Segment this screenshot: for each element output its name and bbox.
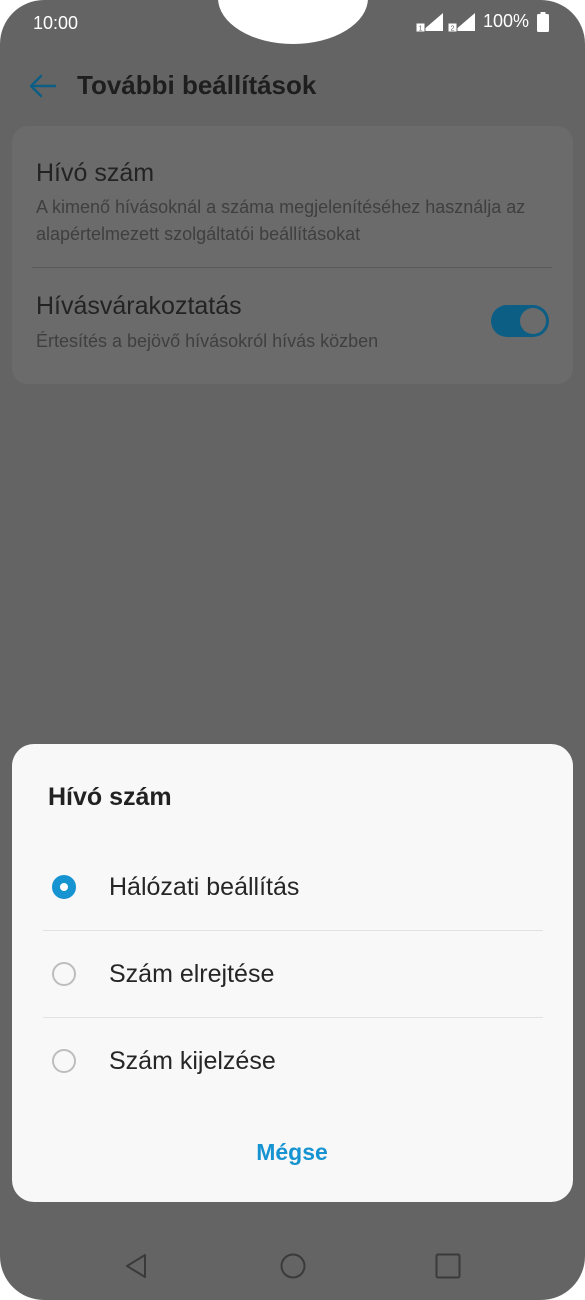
sim2-signal-icon: 2 [447, 12, 476, 32]
svg-text:2: 2 [450, 25, 454, 32]
call-waiting-toggle[interactable] [491, 305, 549, 337]
settings-card: Hívó szám A kimenő hívásoknál a száma me… [12, 126, 573, 384]
radio-unchecked-icon[interactable] [52, 1049, 76, 1073]
divider [43, 930, 543, 931]
option-label: Szám kijelzése [109, 1047, 276, 1075]
option-hide-number[interactable]: Szám elrejtése [12, 932, 573, 1018]
arrow-left-icon[interactable] [28, 71, 58, 101]
svg-text:1: 1 [418, 25, 422, 32]
dialog-title: Hívó szám [48, 783, 172, 811]
setting-subtitle: Értesítés a bejövő hívásokról hívás közb… [36, 331, 379, 351]
cancel-button[interactable]: Mégse [232, 1139, 352, 1179]
recents-square-icon[interactable] [433, 1251, 463, 1281]
setting-title: Hívó szám [36, 159, 155, 187]
divider [43, 1017, 543, 1018]
option-label: Szám elrejtése [109, 960, 275, 988]
navigation-bar [0, 1235, 585, 1295]
setting-subtitle: A kimenő hívásoknál a száma megjelenítés… [36, 197, 526, 244]
setting-title: Hívásvárakoztatás [36, 292, 242, 320]
app-bar: További beállítások [0, 56, 585, 116]
sim1-signal-icon: 1 [415, 12, 444, 32]
display-notch [218, 0, 368, 44]
back-triangle-icon[interactable] [122, 1251, 152, 1281]
radio-checked-icon[interactable] [52, 875, 76, 899]
status-bar: 10:00 1 2 100% [0, 0, 585, 46]
caller-id-dialog: Hívó szám Hálózati beállítás Szám elrejt… [12, 744, 573, 1202]
radio-unchecked-icon[interactable] [52, 962, 76, 986]
setting-caller-id[interactable]: Hívó szám A kimenő hívásoknál a száma me… [12, 126, 573, 266]
setting-call-waiting[interactable]: Hívásvárakoztatás Értesítés a bejövő hív… [12, 268, 573, 384]
phone-screen: 10:00 1 2 100% További beállítások Hívó … [0, 0, 585, 1300]
option-show-number[interactable]: Szám kijelzése [12, 1019, 573, 1105]
home-circle-icon[interactable] [278, 1251, 308, 1281]
option-label: Hálózati beállítás [109, 873, 300, 901]
option-network-setting[interactable]: Hálózati beállítás [12, 845, 573, 931]
toggle-knob [520, 308, 546, 334]
battery-icon [537, 11, 549, 32]
status-time: 10:00 [33, 13, 79, 33]
status-icons: 1 2 100% [415, 11, 549, 32]
battery-percent: 100% [482, 11, 529, 31]
page-title: További beállítások [77, 70, 317, 100]
